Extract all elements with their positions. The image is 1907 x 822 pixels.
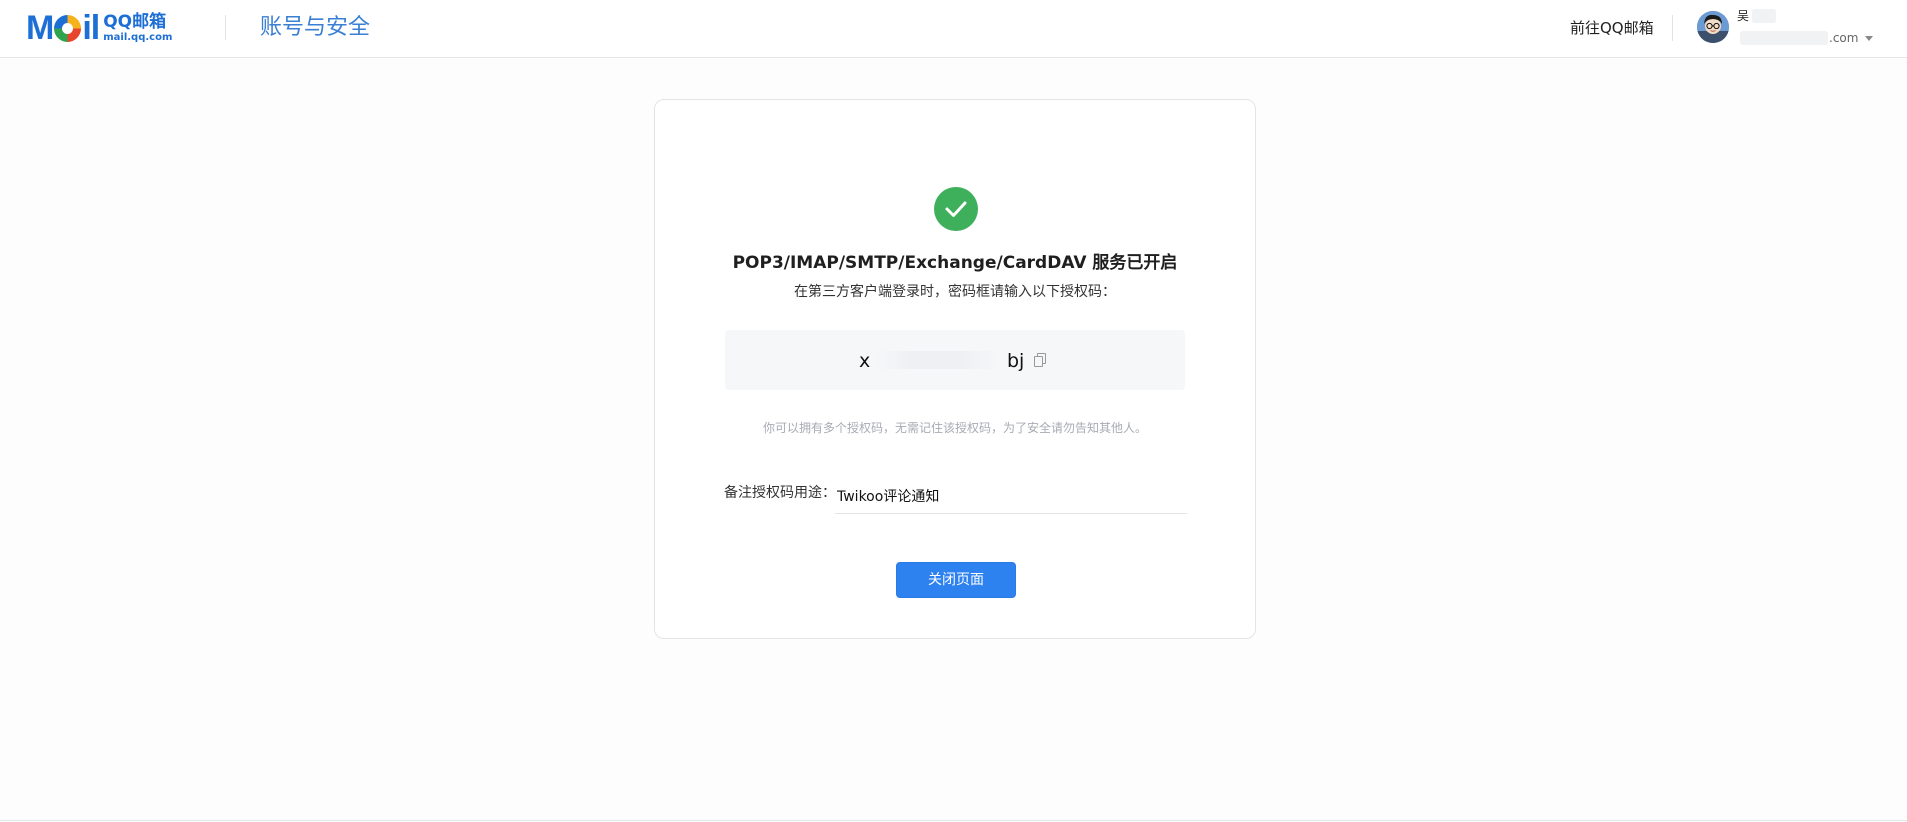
qq-mail-logo[interactable]: M il QQ邮箱 mail.qq.com: [26, 9, 173, 47]
check-circle-icon: [934, 187, 978, 231]
logo-circle-icon: [54, 14, 82, 42]
auth-code-box: x bj: [725, 330, 1185, 390]
auth-code-end[interactable]: bj: [1007, 350, 1024, 372]
remark-label: 备注授权码用途：: [724, 485, 836, 501]
service-enabled-heading: POP3/IMAP/SMTP/Exchange/CardDAV 服务已开启: [732, 253, 1178, 273]
security-hint: 你可以拥有多个授权码，无需记住该授权码，为了安全请勿告知其他人。: [762, 421, 1147, 435]
close-page-button[interactable]: 关闭页面: [896, 562, 1016, 598]
user-name[interactable]: 吴: [1737, 9, 1749, 23]
user-email-suffix[interactable]: .com: [1829, 30, 1858, 46]
top-bar: M il QQ邮箱 mail.qq.com 账号与安全 前往QQ邮箱 吴 .co…: [0, 0, 1907, 58]
header-divider: [225, 15, 226, 40]
logo-domain: mail.qq.com: [103, 31, 173, 43]
auth-code-start[interactable]: x: [859, 350, 870, 372]
logo-letters-il: il: [82, 9, 100, 47]
avatar-image: [1697, 11, 1729, 43]
header-divider-right: [1672, 15, 1673, 41]
auth-code-card: POP3/IMAP/SMTP/Exchange/CardDAV 服务已开启 在第…: [654, 99, 1256, 639]
caret-down-icon[interactable]: [1865, 36, 1873, 41]
instruction-text: 在第三方客户端登录时，密码框请输入以下授权码：: [794, 284, 1116, 300]
logo-subtitle: QQ邮箱 mail.qq.com: [103, 11, 173, 43]
copy-icon-front: [1034, 356, 1043, 367]
auth-code-redacted: [875, 351, 1001, 369]
user-name-redacted: [1752, 9, 1776, 23]
logo-letter-m: M: [26, 9, 54, 47]
goto-qq-mail-link[interactable]: 前往QQ邮箱: [1570, 18, 1654, 38]
logo-wordmark: M il: [26, 9, 100, 47]
copy-icon[interactable]: [1034, 353, 1047, 367]
user-email-redacted: [1740, 31, 1828, 45]
logo-brand-name: QQ邮箱: [103, 11, 167, 32]
remark-input[interactable]: [835, 478, 1187, 514]
avatar[interactable]: [1697, 11, 1729, 43]
page-title: 账号与安全: [260, 15, 371, 40]
footer-divider: [0, 820, 1907, 821]
